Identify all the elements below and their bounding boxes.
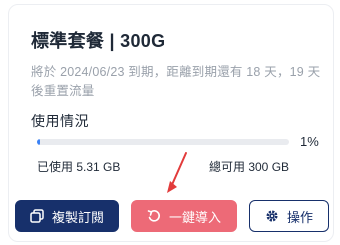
- one-click-import-label: 一鍵導入: [168, 209, 221, 225]
- copy-subscription-label: 複製訂閱: [51, 209, 104, 225]
- usage-progress-bar: [37, 139, 289, 145]
- usage-percent: 1%: [300, 134, 319, 149]
- usage-heading: 使用情況: [31, 113, 89, 129]
- gear-icon: [265, 209, 279, 223]
- operations-label: 操作: [286, 209, 313, 225]
- plan-title: 標準套餐 | 300G: [31, 31, 166, 51]
- copy-subscription-button[interactable]: 複製訂閱: [15, 200, 119, 232]
- expiry-notice: 將於 2024/06/23 到期，距離到期還有 18 天，19 天後重置流量: [31, 65, 321, 98]
- import-icon: [147, 209, 161, 223]
- used-traffic: 已使用 5.31 GB: [37, 160, 121, 174]
- operations-button[interactable]: 操作: [249, 200, 329, 232]
- usage-progress-fill: [37, 139, 40, 145]
- subscription-card: 標準套餐 | 300G 將於 2024/06/23 到期，距離到期還有 18 天…: [8, 4, 334, 242]
- annotation-arrow: [167, 152, 187, 193]
- copy-icon: [30, 209, 44, 223]
- one-click-import-button[interactable]: 一鍵導入: [131, 200, 237, 232]
- total-traffic: 總可用 300 GB: [209, 160, 290, 174]
